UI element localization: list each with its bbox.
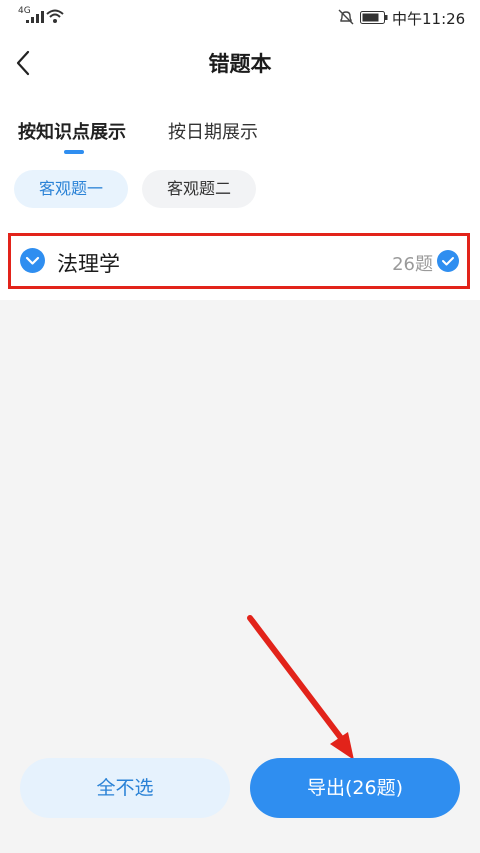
wifi-icon xyxy=(46,9,64,23)
selected-check-icon[interactable] xyxy=(437,250,459,272)
filter-objective-1[interactable]: 客观题一 xyxy=(14,170,128,208)
signal-icon xyxy=(26,11,44,23)
deselect-all-button[interactable]: 全不选 xyxy=(20,758,230,818)
tab-by-date[interactable]: 按日期展示 xyxy=(168,118,258,144)
battery-icon xyxy=(360,11,388,24)
status-bar: 4G 中午11:26 xyxy=(0,0,480,34)
active-tab-indicator xyxy=(64,150,84,154)
red-arrow-annotation xyxy=(247,615,354,760)
expand-chevron-icon[interactable] xyxy=(20,248,45,273)
subject-label: 法理学 xyxy=(57,252,120,276)
page-title: 错题本 xyxy=(208,52,272,76)
question-count: 26题 xyxy=(392,254,433,275)
filter-objective-2[interactable]: 客观题二 xyxy=(142,170,256,208)
export-button[interactable]: 导出(26题) xyxy=(250,758,460,818)
mute-bell-icon xyxy=(338,9,354,25)
tab-by-knowledge-point[interactable]: 按知识点展示 xyxy=(18,118,126,144)
status-time: 中午11:26 xyxy=(392,10,466,28)
subject-row[interactable]: 法理学 26题 xyxy=(8,233,470,289)
